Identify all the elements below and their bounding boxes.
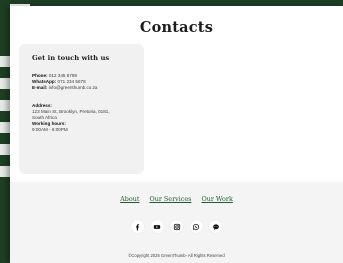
copyright-text: ©Copyright 2025 GreenThumb- All Rights R… [128,253,225,258]
whatsapp-value[interactable]: 071 234 5678 [58,79,86,84]
hours-value: 9:00AM - 6:00PM [32,127,68,132]
phone-label: Phone: [32,73,48,78]
page-title: Contacts [139,19,214,36]
email-row: E-mail: info@greenthumb.co.za [32,85,97,91]
footer-link-about[interactable]: About [120,195,139,203]
contact-heading: Get in touch with us [32,54,110,62]
footer-links: About Our Services Our Work [10,195,343,203]
footer-link-our-services[interactable]: Our Services [149,195,191,203]
footer-link-our-work[interactable]: Our Work [201,195,232,203]
email-label: E-mail: [32,85,48,90]
instagram-icon[interactable] [170,220,183,233]
email-value[interactable]: info@greenthumb.co.za [49,85,98,90]
facebook-icon[interactable] [131,220,144,233]
phone-value[interactable]: 012 345 6789 [49,73,77,78]
hours-label: Working hours: [32,121,66,126]
whatsapp-label: WhatsApp: [32,79,57,84]
address-label: Address: [32,103,52,108]
youtube-icon[interactable] [150,220,164,233]
social-icons [10,220,343,233]
chat-icon[interactable] [209,220,222,233]
contacts-panel: Contacts Get in touch with us Phone: 012… [10,6,343,263]
footer: About Our Services Our Work ©Copyright 2… [10,182,343,263]
contact-card: Get in touch with us Phone: 012 345 6789… [19,44,144,174]
whatsapp-icon[interactable] [189,220,203,233]
